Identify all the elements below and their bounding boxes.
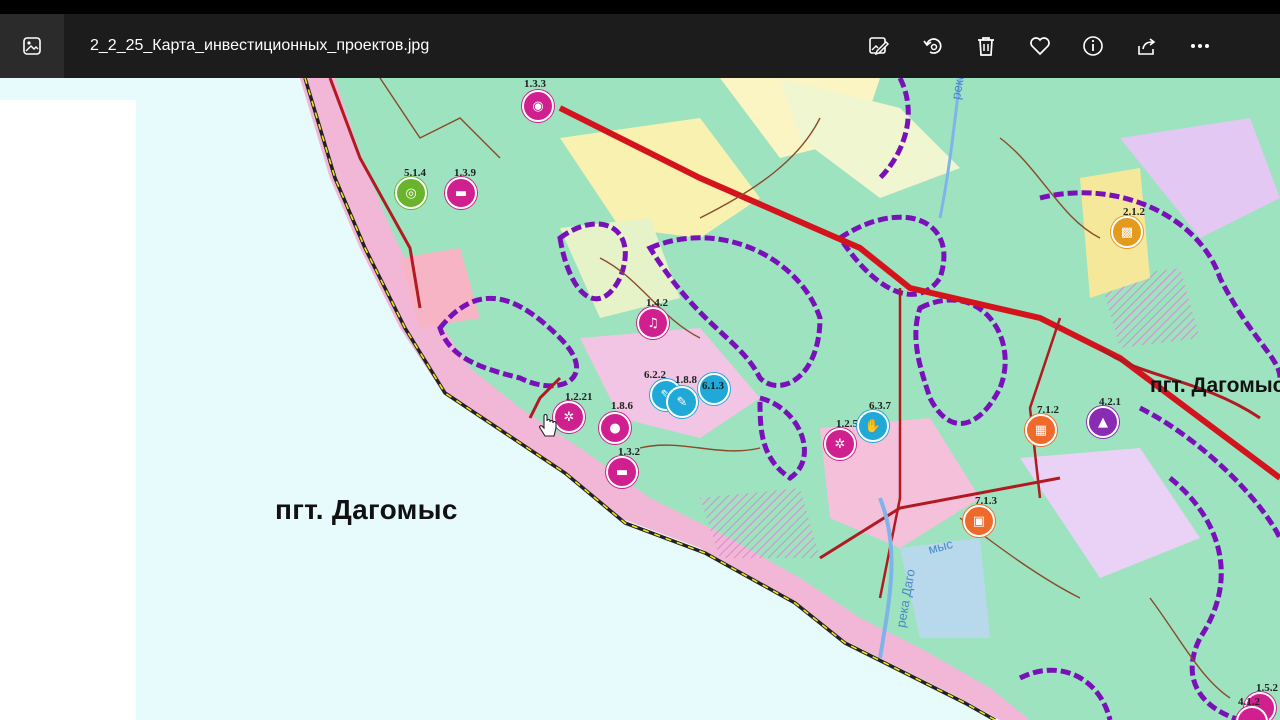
edit-image-button[interactable] <box>863 30 895 62</box>
target-icon: ◎ <box>405 185 417 201</box>
wheel-icon: ✲ <box>563 409 575 425</box>
marker-code-label: 1.2.21 <box>565 391 593 403</box>
marker-code-label: 6.2.2 <box>644 369 666 381</box>
project-marker-6-3-7[interactable]: ✋ <box>857 410 889 442</box>
favorite-button[interactable] <box>1024 30 1056 62</box>
town-label-dagomys-2: пгт. Дагомыс <box>1150 374 1280 397</box>
marker-code-label: 1.4.2 <box>646 297 668 309</box>
rotate-button[interactable] <box>917 30 949 62</box>
delete-button[interactable] <box>970 30 1002 62</box>
edit-image-icon <box>869 37 890 56</box>
bed-icon: ▬ <box>454 185 468 201</box>
marker-code-label: 1.8.6 <box>611 400 633 412</box>
marker-code-label: 1.3.9 <box>454 167 476 179</box>
project-marker-7-1-3[interactable]: ▣ <box>963 505 995 537</box>
graduation-icon: ▲ <box>1098 414 1108 430</box>
share-icon <box>1138 38 1156 55</box>
info-icon <box>1083 36 1103 56</box>
marker-code-label: 1.8.8 <box>675 374 697 386</box>
trash-icon <box>978 37 994 56</box>
window-title: 2_2_25_Карта_инвестиционных_проектов.jpg <box>90 37 430 54</box>
project-marker-1-8-8[interactable]: ✎ <box>666 386 698 418</box>
project-marker-1-3-2[interactable]: ▬ <box>606 456 638 488</box>
image-app-icon <box>23 37 41 55</box>
zone-hatch <box>700 488 820 558</box>
title-bar: 2_2_25_Карта_инвестиционных_проектов.jpg <box>0 0 1280 78</box>
heart-icon <box>1030 37 1050 56</box>
marker-code-label: 4.2.1 <box>1099 396 1121 408</box>
pin-icon: ● <box>609 420 621 436</box>
grid-icon: ▩ <box>1120 224 1134 240</box>
project-marker-5-1-4[interactable]: ◎ <box>395 177 427 209</box>
marker-code-label: 7.1.3 <box>975 495 997 507</box>
marker-code-label: 2.1.2 <box>1123 206 1145 218</box>
project-marker-1-3-9[interactable]: ▬ <box>445 177 477 209</box>
project-marker-1-4-2[interactable]: ♫ <box>637 307 669 339</box>
project-marker-4-2-1[interactable]: ▲ <box>1087 406 1119 438</box>
bed-icon: ▬ <box>615 464 629 480</box>
marker-code-label: 6.3.7 <box>869 400 891 412</box>
marker-code-label: 1.5.2 <box>1256 682 1278 694</box>
image-viewer-canvas[interactable]: пгт. Дагомыс пгт. Дагомыс река За река Д… <box>0 78 1280 720</box>
project-marker-2-1-2[interactable]: ▩ <box>1111 216 1143 248</box>
music-icon: ♫ <box>647 315 659 331</box>
marker-code-label: 6.1.3 <box>702 380 724 392</box>
app-icon[interactable] <box>0 14 64 78</box>
hand-cursor-icon <box>537 413 559 441</box>
top-strip <box>0 0 1280 14</box>
info-button[interactable] <box>1077 30 1109 62</box>
project-marker-7-1-2[interactable]: ▦ <box>1025 414 1057 446</box>
more-icon <box>1191 44 1209 48</box>
car-icon: ▣ <box>972 513 986 529</box>
project-marker-1-2-5[interactable]: ✲ <box>824 428 856 460</box>
investment-map <box>300 78 1280 720</box>
share-button[interactable] <box>1131 30 1163 62</box>
marker-code-label: 1.3.3 <box>524 78 546 90</box>
rotate-icon <box>923 38 942 54</box>
hand-icon: ✋ <box>864 418 882 434</box>
marker-code-label: 4.1.2 <box>1238 696 1260 708</box>
camera-icon: ◉ <box>532 98 544 114</box>
marker-code-label: 5.1.4 <box>404 167 426 179</box>
marker-code-label: 7.1.2 <box>1037 404 1059 416</box>
marker-code-label: 1.2.5 <box>836 418 858 430</box>
leaf-icon: ✎ <box>676 394 688 410</box>
building-icon: ▦ <box>1034 422 1048 438</box>
more-button[interactable] <box>1184 30 1216 62</box>
marker-code-label: 1.3.2 <box>618 446 640 458</box>
wheel-icon: ✲ <box>834 436 846 452</box>
project-marker-1-8-6[interactable]: ● <box>599 412 631 444</box>
town-label-dagomys: пгт. Дагомыс <box>275 494 458 525</box>
project-marker-1-3-3[interactable]: ◉ <box>522 90 554 122</box>
